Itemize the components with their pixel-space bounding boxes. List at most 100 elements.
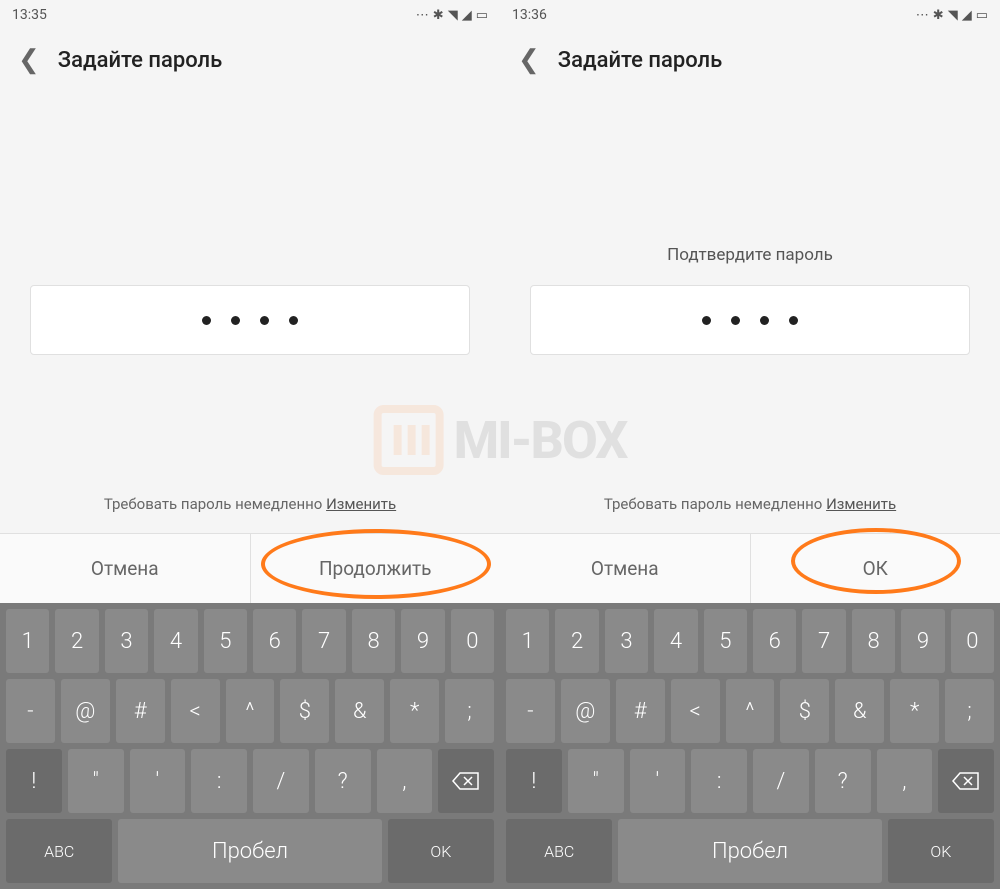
- status-time: 13:36: [512, 7, 547, 23]
- key-question[interactable]: ?: [315, 749, 371, 813]
- key-star[interactable]: *: [390, 679, 439, 743]
- key-slash[interactable]: /: [753, 749, 809, 813]
- action-bar: Отмена ОК: [500, 533, 1000, 603]
- cancel-button[interactable]: Отмена: [0, 534, 250, 603]
- continue-label: Продолжить: [319, 557, 432, 580]
- keyboard: 1 2 3 4 5 6 7 8 9 0 - @ # < ^ $ & * ; ! …: [500, 603, 1000, 889]
- key-8[interactable]: 8: [352, 609, 395, 673]
- key-at[interactable]: @: [61, 679, 110, 743]
- keyboard-row-3: ! " ' : / ? ,: [6, 749, 494, 813]
- action-bar: Отмена Продолжить: [0, 533, 500, 603]
- page-title: Задайте пароль: [558, 48, 722, 73]
- key-dquote[interactable]: ": [68, 749, 124, 813]
- more-icon: ⋯: [416, 8, 429, 23]
- key-1[interactable]: 1: [506, 609, 549, 673]
- key-0[interactable]: 0: [951, 609, 994, 673]
- key-8[interactable]: 8: [852, 609, 895, 673]
- key-abc[interactable]: ABC: [6, 819, 112, 883]
- password-dot: [260, 316, 269, 325]
- key-space[interactable]: Пробел: [618, 819, 881, 883]
- key-caret[interactable]: ^: [226, 679, 275, 743]
- key-4[interactable]: 4: [154, 609, 197, 673]
- key-3[interactable]: 3: [605, 609, 648, 673]
- key-star[interactable]: *: [890, 679, 939, 743]
- key-7[interactable]: 7: [302, 609, 345, 673]
- key-hash[interactable]: #: [616, 679, 665, 743]
- key-squote[interactable]: ': [130, 749, 186, 813]
- back-icon[interactable]: ❮: [18, 45, 40, 75]
- key-5[interactable]: 5: [204, 609, 247, 673]
- backspace-icon: [452, 771, 480, 791]
- key-7[interactable]: 7: [802, 609, 845, 673]
- key-5[interactable]: 5: [704, 609, 747, 673]
- key-question[interactable]: ?: [815, 749, 871, 813]
- key-amp[interactable]: &: [835, 679, 884, 743]
- password-dot: [202, 316, 211, 325]
- key-dollar[interactable]: $: [780, 679, 829, 743]
- key-dash[interactable]: -: [506, 679, 555, 743]
- key-backspace[interactable]: [938, 749, 994, 813]
- key-hash[interactable]: #: [116, 679, 165, 743]
- key-ok[interactable]: OK: [888, 819, 994, 883]
- password-input[interactable]: [530, 285, 970, 355]
- key-ok[interactable]: OK: [388, 819, 494, 883]
- change-link[interactable]: Изменить: [326, 495, 396, 513]
- key-0[interactable]: 0: [451, 609, 494, 673]
- keyboard-row-3: ! " ' : / ? ,: [506, 749, 994, 813]
- key-colon[interactable]: :: [191, 749, 247, 813]
- status-icons: ⋯ ✱ ◥ ◢ ▭: [916, 8, 988, 23]
- more-icon: ⋯: [916, 8, 929, 23]
- change-link[interactable]: Изменить: [826, 495, 896, 513]
- page-title: Задайте пароль: [58, 48, 222, 73]
- require-text: Требовать пароль немедленно: [104, 495, 326, 513]
- key-backspace[interactable]: [438, 749, 494, 813]
- key-6[interactable]: 6: [253, 609, 296, 673]
- cancel-button[interactable]: Отмена: [500, 534, 750, 603]
- wifi-icon: ◥: [448, 8, 458, 23]
- key-4[interactable]: 4: [654, 609, 697, 673]
- key-slash[interactable]: /: [253, 749, 309, 813]
- cancel-label: Отмена: [91, 557, 159, 580]
- key-bang[interactable]: !: [6, 749, 62, 813]
- key-bang[interactable]: !: [506, 749, 562, 813]
- key-9[interactable]: 9: [401, 609, 444, 673]
- key-6[interactable]: 6: [753, 609, 796, 673]
- key-2[interactable]: 2: [55, 609, 98, 673]
- key-abc[interactable]: ABC: [506, 819, 612, 883]
- key-space[interactable]: Пробел: [118, 819, 381, 883]
- key-semi[interactable]: ;: [445, 679, 494, 743]
- keyboard-row-4: ABC Пробел OK: [506, 819, 994, 883]
- key-dquote[interactable]: ": [568, 749, 624, 813]
- content-area: Требовать пароль немедленно Изменить: [0, 90, 500, 533]
- key-amp[interactable]: &: [335, 679, 384, 743]
- password-input[interactable]: [30, 285, 470, 355]
- key-2[interactable]: 2: [555, 609, 598, 673]
- back-icon[interactable]: ❮: [518, 45, 540, 75]
- key-9[interactable]: 9: [901, 609, 944, 673]
- key-squote[interactable]: ': [630, 749, 686, 813]
- key-semi[interactable]: ;: [945, 679, 994, 743]
- key-dollar[interactable]: $: [280, 679, 329, 743]
- continue-button[interactable]: Продолжить: [251, 534, 501, 603]
- ok-button[interactable]: ОК: [751, 534, 1000, 603]
- signal-icon: ◢: [962, 8, 972, 23]
- key-colon[interactable]: :: [691, 749, 747, 813]
- key-dash[interactable]: -: [6, 679, 55, 743]
- keyboard-row-1: 1 2 3 4 5 6 7 8 9 0: [506, 609, 994, 673]
- status-time: 13:35: [12, 7, 47, 23]
- key-1[interactable]: 1: [6, 609, 49, 673]
- content-area: Подтвердите пароль Требовать пароль неме…: [500, 90, 1000, 533]
- key-caret[interactable]: ^: [726, 679, 775, 743]
- status-bar: 13:36 ⋯ ✱ ◥ ◢ ▭: [500, 0, 1000, 30]
- key-comma[interactable]: ,: [377, 749, 433, 813]
- key-lt[interactable]: <: [171, 679, 220, 743]
- header: ❮ Задайте пароль: [0, 30, 500, 90]
- key-comma[interactable]: ,: [877, 749, 933, 813]
- key-at[interactable]: @: [561, 679, 610, 743]
- password-dot: [289, 316, 298, 325]
- ok-label: ОК: [863, 557, 888, 580]
- key-lt[interactable]: <: [671, 679, 720, 743]
- keyboard-row-2: - @ # < ^ $ & * ;: [6, 679, 494, 743]
- key-3[interactable]: 3: [105, 609, 148, 673]
- require-password-row: Требовать пароль немедленно Изменить: [604, 495, 896, 513]
